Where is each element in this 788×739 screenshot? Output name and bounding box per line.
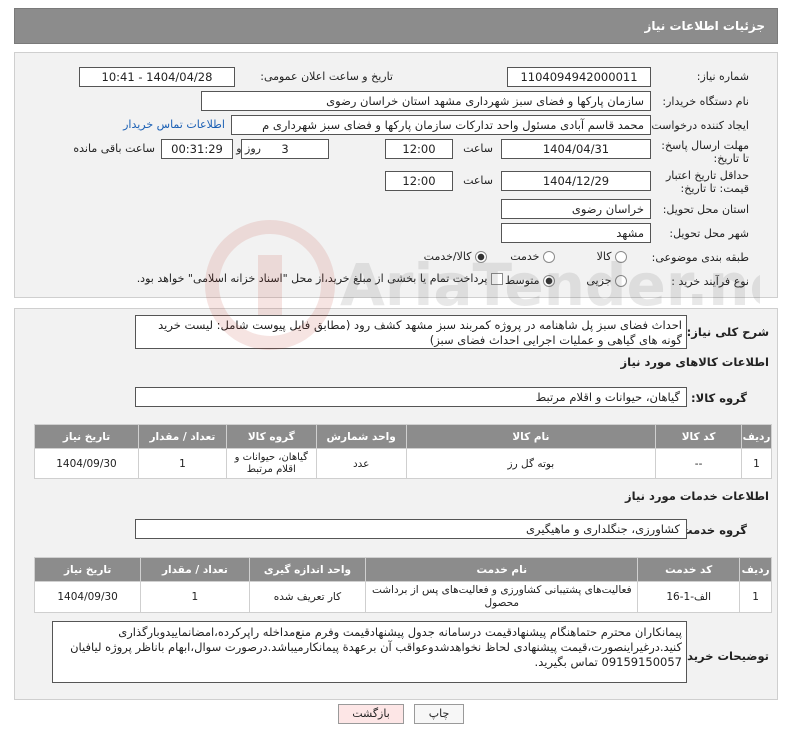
goods-col-unit: واحد شمارش — [315, 424, 407, 449]
services-col-code: کد خدمت — [637, 557, 741, 582]
city-label: شهر محل تحویل: — [669, 227, 749, 240]
goods-col-group: گروه کالا — [225, 424, 317, 449]
need-details-panel: شرح کلی نیاز: احداث فضای سبز پل شاهنامه … — [14, 308, 778, 700]
process-medium-radio[interactable] — [543, 275, 555, 287]
buyer-org-label: نام دستگاه خریدار: — [662, 95, 749, 108]
services-col-row: ردیف — [739, 557, 772, 582]
goods-group-label: گروه کالا: — [691, 391, 747, 405]
need-number-field: 1104094942000011 — [507, 67, 651, 87]
page-title-bar: جزئیات اطلاعات نیاز — [14, 8, 778, 44]
announce-label: تاریخ و ساعت اعلان عمومی: — [260, 70, 393, 83]
creator-label: ایجاد کننده درخواست: — [647, 119, 749, 132]
process-option-minor[interactable]: جزیی — [586, 274, 627, 287]
table-row: 1 -- بوته گل رز عدد گیاهان، حیوانات و اق… — [34, 448, 772, 479]
process-minor-radio[interactable] — [615, 275, 627, 287]
need-number-label: شماره نیاز: — [696, 70, 749, 83]
page-title: جزئیات اطلاعات نیاز — [644, 19, 765, 33]
need-info-panel: شماره نیاز: 1104094942000011 تاریخ و ساع… — [14, 52, 778, 298]
print-button[interactable]: چاپ — [414, 704, 464, 724]
category-service-radio[interactable] — [543, 251, 555, 263]
goods-col-code: کد کالا — [655, 424, 743, 449]
services-row-code: الف-1-16 — [637, 581, 741, 613]
goods-row-unit: عدد — [315, 448, 407, 479]
services-row-index: 1 — [739, 581, 772, 613]
goods-row-name: بوته گل رز — [405, 448, 657, 479]
category-option-goods[interactable]: کالا — [597, 250, 627, 263]
description-label: شرح کلی نیاز: — [686, 325, 769, 339]
services-table: ردیف کد خدمت نام خدمت واحد اندازه گیری ت… — [33, 557, 772, 613]
services-row-qty: 1 — [140, 581, 250, 613]
buyer-contact-link[interactable]: اطلاعات تماس خریدار — [123, 118, 225, 131]
category-goods-radio[interactable] — [615, 251, 627, 263]
treasury-payment-checkbox[interactable] — [491, 273, 503, 285]
services-col-date: تاریخ نیاز — [33, 557, 142, 582]
province-label: استان محل تحویل: — [662, 203, 749, 216]
days-label: روز و — [236, 142, 261, 155]
deadline-time-field: 12:00 — [385, 139, 453, 159]
deadline-date-field: 1404/04/31 — [501, 139, 651, 159]
services-row-date: 1404/09/30 — [33, 581, 142, 613]
process-label: نوع فرآیند خرید : — [671, 275, 749, 288]
province-field: خراسان رضوی — [501, 199, 651, 219]
category-goods-service-radio[interactable] — [475, 251, 487, 263]
services-group-field: کشاورزی، جنگلداری و ماهیگیری — [135, 519, 687, 539]
process-option-medium[interactable]: متوسط — [505, 274, 555, 287]
services-row-unit: کار تعریف شده — [248, 581, 367, 613]
validity-time-label: ساعت — [463, 174, 493, 187]
services-col-name: نام خدمت — [365, 557, 639, 582]
buyer-org-field: سازمان پارکها و فضای سبز شهرداری مشهد اس… — [201, 91, 651, 111]
description-field: احداث فضای سبز پل شاهنامه در پروژه کمربن… — [135, 315, 687, 349]
goods-group-field: گیاهان، حیوانات و اقلام مرتبط — [135, 387, 687, 407]
goods-col-date: تاریخ نیاز — [34, 424, 139, 449]
goods-col-qty: تعداد / مقدار — [137, 424, 227, 449]
remaining-time-field: 00:31:29 — [161, 139, 233, 159]
goods-row-code: -- — [655, 448, 743, 479]
goods-row-date: 1404/09/30 — [34, 448, 139, 479]
goods-table-header: ردیف کد کالا نام کالا واحد شمارش گروه کا… — [34, 424, 772, 449]
creator-field: محمد قاسم آبادی مسئول واحد تدارکات سازما… — [231, 115, 651, 135]
validity-time-field: 12:00 — [385, 171, 453, 191]
treasury-payment-option[interactable]: پرداخت تمام یا بخشی از مبلغ خرید،از محل … — [137, 272, 503, 285]
city-field: مشهد — [501, 223, 651, 243]
deadline-label: مهلت ارسال پاسخ: تا تاریخ: — [661, 139, 749, 165]
treasury-payment-text: پرداخت تمام یا بخشی از مبلغ خرید،از محل … — [136, 272, 488, 285]
category-option-service[interactable]: خدمت — [510, 250, 555, 263]
validity-label: حداقل تاریخ اعتبار قیمت: تا تاریخ: — [665, 169, 749, 195]
goods-section-title: اطلاعات کالاهای مورد نیاز — [620, 355, 769, 369]
goods-row-group: گیاهان، حیوانات و اقلام مرتبط — [225, 448, 317, 479]
goods-col-row: ردیف — [741, 424, 772, 449]
services-table-header: ردیف کد خدمت نام خدمت واحد اندازه گیری ت… — [33, 557, 772, 582]
deadline-time-label: ساعت — [463, 142, 493, 155]
services-col-qty: تعداد / مقدار — [140, 557, 250, 582]
table-row: 1 الف-1-16 فعالیت‌های پشتیبانی کشاورزی و… — [33, 581, 772, 613]
goods-col-name: نام کالا — [405, 424, 657, 449]
goods-table: ردیف کد کالا نام کالا واحد شمارش گروه کا… — [34, 424, 772, 479]
goods-row-index: 1 — [741, 448, 772, 479]
back-button[interactable]: بازگشت — [338, 704, 404, 724]
buyer-notes-field: پیمانکاران محترم حتماهنگام پیشنهادقیمت د… — [52, 621, 687, 683]
category-option-goods-service[interactable]: کالا/خدمت — [424, 250, 487, 263]
category-label: طبقه بندی موضوعی: — [651, 251, 749, 264]
announce-field: 1404/04/28 - 10:41 — [79, 67, 235, 87]
goods-row-qty: 1 — [137, 448, 227, 479]
services-section-title: اطلاعات خدمات مورد نیاز — [625, 489, 769, 503]
services-col-unit: واحد اندازه گیری — [248, 557, 367, 582]
services-row-name: فعالیت‌های پشتیبانی کشاورزی و فعالیت‌های… — [365, 581, 639, 613]
remaining-label: ساعت باقی مانده — [73, 142, 155, 155]
validity-date-field: 1404/12/29 — [501, 171, 651, 191]
